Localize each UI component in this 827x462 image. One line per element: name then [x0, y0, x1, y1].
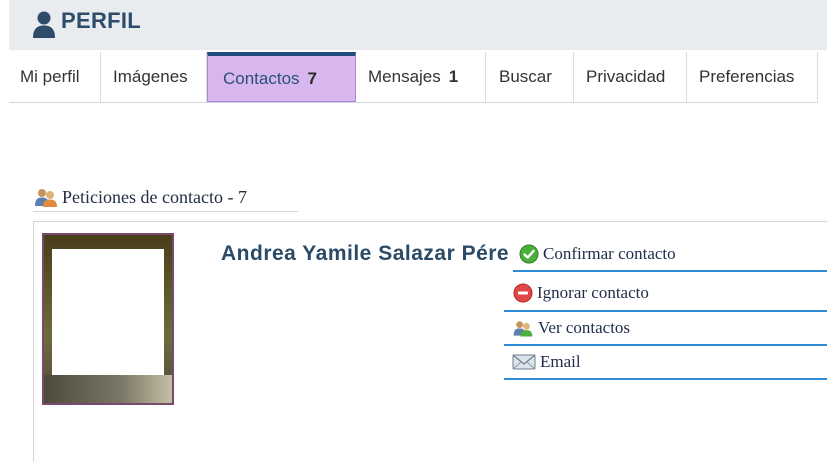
section-title-text: Peticiones de contacto - 7: [62, 186, 247, 207]
ignore-contact-button[interactable]: Ignorar contacto: [504, 272, 827, 312]
tab-privacidad[interactable]: Privacidad: [574, 52, 687, 102]
email-button[interactable]: Email: [504, 346, 827, 380]
tab-imagenes[interactable]: Imágenes: [101, 52, 207, 102]
tab-mi-perfil[interactable]: Mi perfil: [9, 52, 101, 102]
tab-label: Buscar: [499, 67, 552, 86]
content-border: [33, 221, 34, 462]
minus-icon: [513, 283, 533, 303]
action-label: Ver contactos: [538, 318, 631, 337]
tab-label: Privacidad: [586, 67, 666, 86]
action-label: Ignorar contacto: [537, 283, 649, 302]
photo-bottom: [44, 375, 172, 403]
profile-header: PERFIL: [9, 0, 827, 50]
contact-photo[interactable]: [42, 233, 174, 405]
tab-count-badge: 7: [307, 68, 318, 88]
contacts-icon: [513, 321, 533, 337]
section-title: Peticiones de contacto - 7: [33, 183, 298, 212]
tab-buscar[interactable]: Buscar: [486, 52, 574, 102]
tab-contactos[interactable]: Contactos 7: [207, 52, 356, 102]
check-icon: [519, 244, 539, 264]
view-contacts-button[interactable]: Ver contactos: [504, 312, 827, 346]
content-divider: [33, 221, 827, 222]
envelope-icon: [512, 354, 536, 370]
tab-count-badge: 1: [448, 67, 459, 86]
action-label: Email: [540, 352, 581, 371]
user-icon: [33, 11, 55, 38]
tab-mensajes[interactable]: Mensajes 1: [356, 52, 486, 102]
tab-label: Contactos: [223, 68, 300, 88]
contact-name-link[interactable]: Andrea Yamile Salazar Pérez: [221, 242, 509, 262]
contacts-icon: [35, 189, 57, 207]
tab-label: Mi perfil: [20, 67, 80, 86]
tab-label: Imágenes: [113, 67, 188, 86]
contact-actions: Confirmar contacto Ignorar contacto Ver …: [504, 238, 827, 380]
contact-name-wrap: Andrea Yamile Salazar Pérez: [221, 238, 509, 262]
tab-preferencias[interactable]: Preferencias: [687, 52, 818, 102]
confirm-contact-button[interactable]: Confirmar contacto: [513, 238, 827, 272]
tab-label: Mensajes: [368, 67, 441, 86]
tab-label: Preferencias: [699, 67, 795, 86]
profile-tabs: Mi perfil Imágenes Contactos 7 Mensajes …: [9, 52, 818, 103]
action-label: Confirmar contacto: [543, 244, 676, 263]
photo-redaction: [52, 249, 164, 375]
page-title: PERFIL: [61, 8, 142, 33]
